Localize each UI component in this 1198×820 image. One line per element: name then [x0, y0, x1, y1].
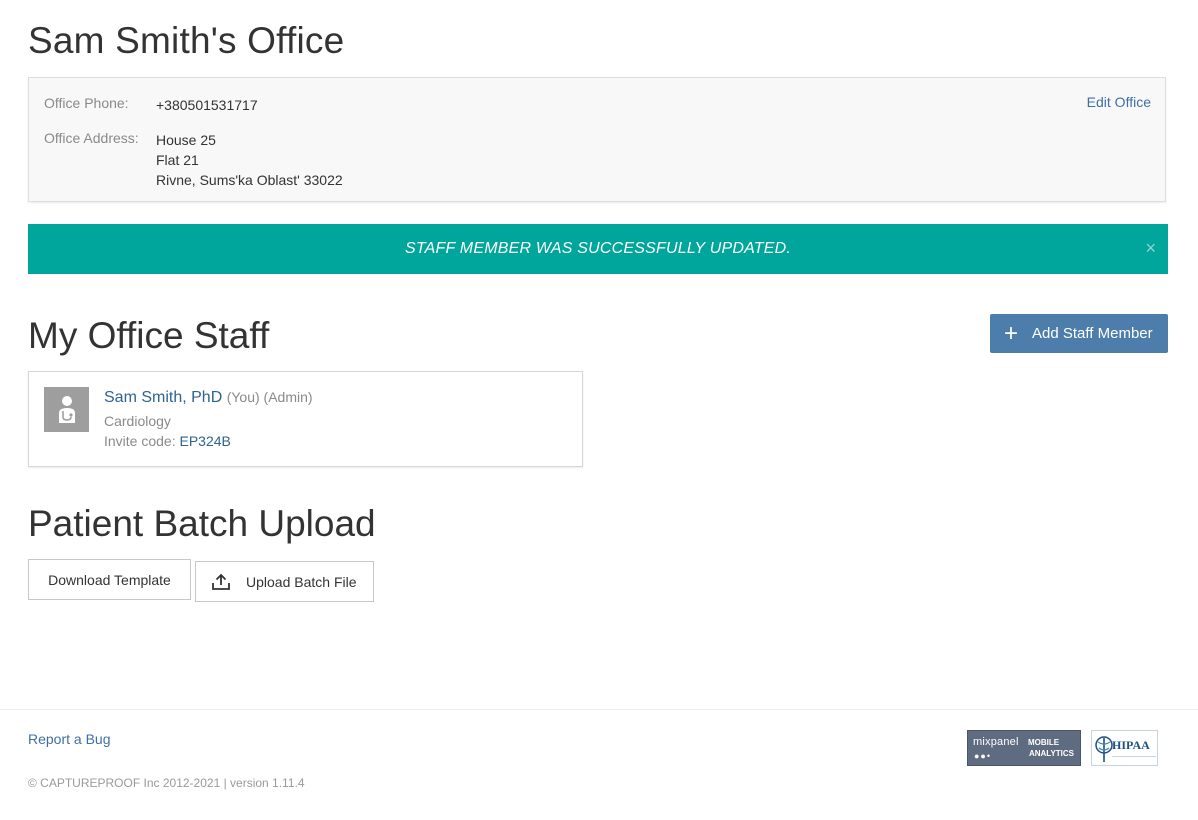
staff-member-name: Sam Smith, PhD [104, 389, 223, 406]
hipaa-word: HIPAA [1112, 738, 1150, 752]
footer-divider [0, 709, 1198, 710]
download-template-button[interactable]: Download Template [28, 559, 191, 600]
mixpanel-word: mixpanel [973, 736, 1019, 748]
upload-batch-file-label: Upload Batch File [246, 573, 357, 590]
add-staff-member-button[interactable]: + Add Staff Member [990, 314, 1168, 353]
edit-office-link[interactable]: Edit Office [1087, 94, 1151, 110]
address-line-1: House 25 [156, 132, 216, 148]
mixpanel-analytics-text: ANALYTICS [1028, 749, 1074, 758]
mixpanel-mobile-text: MOBILE [1028, 738, 1060, 747]
office-phone-label: Office Phone: [44, 95, 129, 111]
page-title: Sam Smith's Office [28, 20, 345, 61]
success-alert: STAFF MEMBER WAS SUCCESSFULLY UPDATED. × [28, 224, 1168, 274]
staff-member-card: Sam Smith, PhD (You) (Admin) Cardiology … [28, 371, 583, 467]
caduceus-icon [1095, 736, 1113, 762]
staff-member-specialty: Cardiology [104, 413, 171, 429]
invite-code-value: EP324B [179, 433, 231, 449]
office-address-value: House 25 Flat 21 Rivne, Sums'ka Oblast' … [156, 130, 343, 190]
plus-icon: + [1004, 319, 1019, 347]
add-staff-label: Add Staff Member [1032, 325, 1153, 342]
report-bug-link[interactable]: Report a Bug [28, 731, 111, 747]
office-info-card: Office Phone: +380501531717 Office Addre… [28, 77, 1166, 202]
mixpanel-badge[interactable]: mixpanel MOBILE ●●• ANALYTICS [967, 730, 1081, 766]
staff-member-tags: (You) (Admin) [226, 389, 313, 405]
mixpanel-dots-icon: ●●• [974, 751, 992, 761]
alert-message: STAFF MEMBER WAS SUCCESSFULLY UPDATED. [404, 240, 792, 257]
hipaa-badge: HIPAA ——————————— [1091, 730, 1158, 766]
office-address-label: Office Address: [44, 130, 139, 146]
upload-batch-file-button[interactable]: Upload Batch File [195, 561, 374, 602]
batch-section-title: Patient Batch Upload [28, 503, 376, 544]
staff-section-title: My Office Staff [28, 315, 270, 356]
address-line-3: Rivne, Sums'ka Oblast' 33022 [156, 172, 343, 188]
close-icon[interactable]: × [1145, 238, 1156, 258]
staff-invite-row: Invite code: EP324B [104, 433, 231, 449]
address-line-2: Flat 21 [156, 152, 199, 168]
copyright-text: © CAPTUREPROOF Inc 2012-2021 | version 1… [28, 776, 305, 790]
invite-code-label: Invite code: [104, 433, 176, 449]
download-template-label: Download Template [48, 571, 171, 588]
staff-member-name-link[interactable]: Sam Smith, PhD (You) (Admin) [104, 389, 313, 407]
upload-icon [212, 573, 230, 590]
office-phone-value: +380501531717 [156, 97, 258, 113]
doctor-avatar-icon [44, 387, 89, 432]
hipaa-subtext-decoration: ——————————— [1112, 753, 1156, 758]
